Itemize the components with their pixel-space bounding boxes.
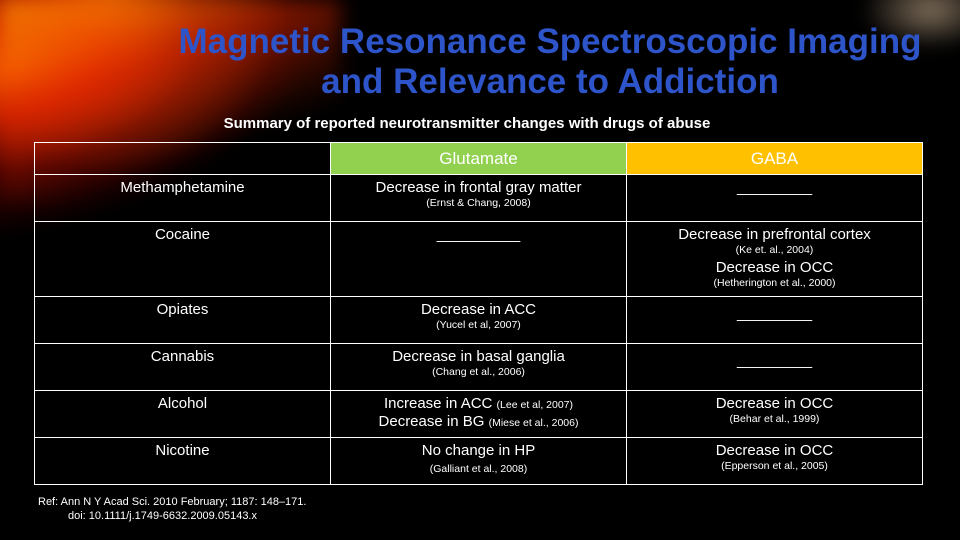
finding-text: Decrease in frontal gray matter — [375, 179, 582, 196]
drug-cell: Alcohol — [34, 390, 331, 438]
table-row: Cannabis Decrease in basal ganglia (Chan… — [34, 343, 923, 391]
header-gaba: GABA — [626, 142, 923, 175]
citation: (Lee et al, 2007) — [496, 399, 574, 411]
finding-text: Decrease in BG — [378, 413, 485, 430]
drug-name: Alcohol — [157, 395, 208, 412]
citation: (Chang et al., 2006) — [432, 366, 525, 378]
finding-line: Decrease in BG (Miese et al., 2006) — [331, 412, 626, 430]
gaba-cell: Decrease in OCC (Behar et al., 1999) — [626, 390, 923, 438]
blank-entry: __________ — [436, 226, 521, 243]
finding-text: Decrease in OCC — [715, 395, 834, 412]
citation: (Ernst & Chang, 2008) — [426, 197, 531, 209]
citation: (Behar et al., 1999) — [729, 413, 820, 425]
gaba-cell: _________ — [626, 174, 923, 222]
citation: (Miese et al., 2006) — [488, 417, 579, 429]
drug-cell: Cannabis — [34, 343, 331, 391]
neurotransmitter-table: Glutamate GABA Methamphetamine Decrease … — [34, 142, 923, 485]
drug-cell: Cocaine — [34, 221, 331, 297]
table-row: Methamphetamine Decrease in frontal gray… — [34, 174, 923, 222]
blank-entry: _________ — [736, 352, 813, 369]
glutamate-cell: No change in HP (Galliant et al., 2008) — [330, 437, 627, 485]
drug-cell: Opiates — [34, 296, 331, 344]
finding-text: Decrease in basal ganglia — [392, 348, 565, 365]
finding-line: Increase in ACC (Lee et al, 2007) — [331, 391, 626, 412]
finding-text: Decrease in ACC — [420, 301, 537, 318]
citation: (Yucel et al, 2007) — [436, 319, 521, 331]
gaba-cell: _________ — [626, 296, 923, 344]
finding-text: Decrease in OCC — [715, 442, 834, 459]
finding-text: Decrease in OCC — [715, 259, 834, 276]
table-row: Cocaine __________ Decrease in prefronta… — [34, 221, 923, 297]
gaba-cell: Decrease in OCC (Epperson et al., 2005) — [626, 437, 923, 485]
finding-text: Increase in ACC — [383, 395, 493, 412]
reference-note: Ref: Ann N Y Acad Sci. 2010 February; 11… — [38, 495, 306, 523]
header-drug — [34, 142, 331, 175]
table-row: Alcohol Increase in ACC (Lee et al, 2007… — [34, 390, 923, 438]
table-header-row: Glutamate GABA — [34, 142, 923, 175]
gaba-cell: _________ — [626, 343, 923, 391]
drug-name: Opiates — [156, 301, 209, 318]
table-row: Nicotine No change in HP (Galliant et al… — [34, 437, 923, 485]
gaba-cell: Decrease in prefrontal cortex (Ke et. al… — [626, 221, 923, 297]
table-row: Opiates Decrease in ACC (Yucel et al, 20… — [34, 296, 923, 344]
drug-cell: Methamphetamine — [34, 174, 331, 222]
drug-cell: Nicotine — [34, 437, 331, 485]
reference-doi: doi: 10.1111/j.1749-6632.2009.05143.x — [68, 510, 257, 522]
finding-text: No change in HP — [421, 442, 536, 459]
glutamate-cell: Increase in ACC (Lee et al, 2007) Decrea… — [330, 390, 627, 438]
citation: (Ke et. al., 2004) — [735, 244, 814, 256]
drug-name: Cannabis — [150, 348, 215, 365]
slide-title: Magnetic Resonance Spectroscopic Imaging… — [178, 22, 922, 101]
drug-name: Methamphetamine — [120, 179, 245, 196]
citation: (Galliant et al., 2008) — [429, 463, 528, 475]
glutamate-cell: Decrease in frontal gray matter (Ernst &… — [330, 174, 627, 222]
citation: (Hetherington et al., 2000) — [713, 277, 836, 289]
header-glutamate: Glutamate — [330, 142, 627, 175]
glutamate-cell: Decrease in basal ganglia (Chang et al.,… — [330, 343, 627, 391]
blank-entry: _________ — [736, 179, 813, 196]
blank-entry: _________ — [736, 305, 813, 322]
finding-text: Decrease in prefrontal cortex — [678, 226, 871, 243]
drug-name: Cocaine — [154, 226, 211, 243]
drug-name: Nicotine — [155, 442, 210, 459]
reference-line: Ref: Ann N Y Acad Sci. 2010 February; 11… — [38, 496, 307, 508]
slide-subtitle: Summary of reported neurotransmitter cha… — [223, 115, 711, 132]
glutamate-cell: __________ — [330, 221, 627, 297]
citation: (Epperson et al., 2005) — [721, 460, 828, 472]
glutamate-cell: Decrease in ACC (Yucel et al, 2007) — [330, 296, 627, 344]
